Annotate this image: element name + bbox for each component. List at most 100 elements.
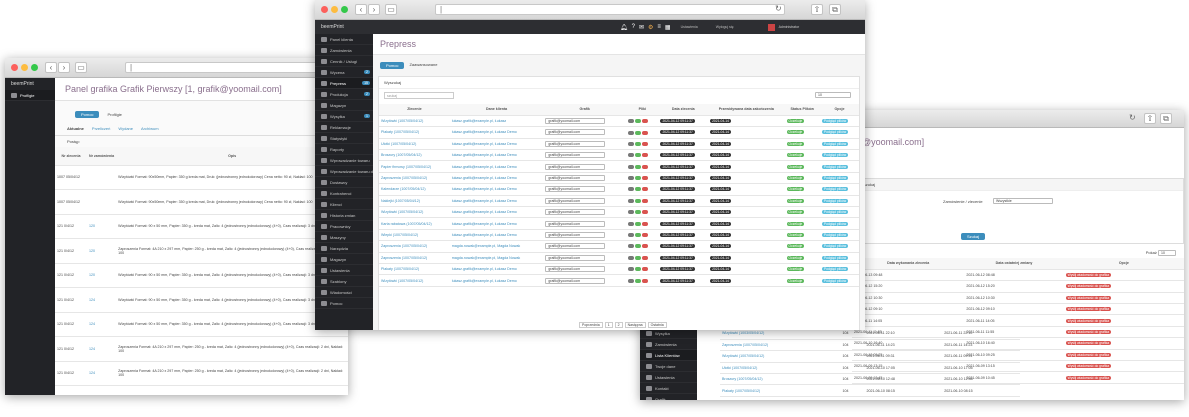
sidebar-item[interactable]: Twoje dane	[640, 361, 697, 372]
search-input[interactable]: szukaj	[384, 92, 454, 99]
file-status-icon[interactable]	[642, 221, 649, 226]
file-status-icon[interactable]	[628, 221, 635, 226]
sidebar-item[interactable]: Wiadomości	[315, 287, 373, 298]
order-id-link[interactable]: 120	[87, 263, 117, 288]
file-status-icon[interactable]	[628, 153, 635, 158]
order-id-link[interactable]: 120	[87, 238, 117, 264]
order-id-link[interactable]: 124	[87, 336, 117, 362]
client-link[interactable]: lukasz.grafik@example.pl, Łukasz Demo	[449, 195, 544, 208]
file-status-icon[interactable]	[642, 244, 649, 249]
table-row[interactable]: Naklejki (1007/05/04/12) lukasz.grafik@ex…	[379, 195, 859, 208]
file-status-icon[interactable]	[628, 210, 635, 215]
sidebar-item[interactable]: Pracownicy	[315, 221, 373, 232]
back-button[interactable]: ‹	[355, 4, 367, 15]
order-link[interactable]: Zaproszenia (1007/05/04/12)	[720, 339, 841, 352]
table-row[interactable]: Wizytówki (1007/05/04/12) lukasz.grafik@e…	[379, 206, 859, 219]
preview-files-button[interactable]: Podgląd plików	[821, 278, 849, 283]
file-status-icon[interactable]	[642, 187, 649, 192]
order-link[interactable]: Zaproszenia (1007/05/04/12)	[379, 252, 450, 264]
table-row[interactable]: Plakaty (1007/05/04/12) lukasz.grafik@exa…	[379, 263, 859, 276]
client-link[interactable]: lukasz.grafik@example.pl, Łukasz Demo	[449, 183, 544, 196]
message-grafik-button[interactable]: Wyślij wiadomość do grafika	[1065, 318, 1112, 323]
table-row[interactable]: Wizytówki (1007/05/04/12) lukasz.grafik@e…	[379, 115, 859, 128]
user-name[interactable]: Administrator	[779, 25, 800, 29]
table-row[interactable]: Wizytówki (1007/05/04/12) lukasz.grafik@e…	[379, 274, 859, 287]
table-row[interactable]: Zaproszenia (1007/05/04/12) lukasz.grafik…	[379, 172, 859, 185]
subtab-progress[interactable]: Postęp	[55, 136, 348, 147]
file-status-icon[interactable]	[628, 141, 635, 146]
preview-files-button[interactable]: Podgląd plików	[821, 130, 849, 135]
logout-link[interactable]: Wyloguj się	[716, 25, 734, 29]
file-status-icon[interactable]	[642, 164, 649, 169]
file-status-icon[interactable]	[642, 130, 649, 135]
per-page-select[interactable]: 10	[815, 92, 851, 98]
order-id-link[interactable]: 120	[87, 214, 117, 239]
order-link[interactable]: Kalendarze (1007/05/04/12)	[379, 183, 450, 196]
minimize-dot[interactable]	[331, 6, 338, 13]
table-row[interactable]: Zaproszenia (1007/05/04/12) 104 2021-06-11…	[720, 339, 1020, 352]
file-status-icon[interactable]	[635, 255, 642, 260]
sidebar-item[interactable]: Narzędzia	[315, 243, 373, 254]
page-button[interactable]: 2	[614, 322, 623, 328]
client-link[interactable]: lukasz.grafik@example.pl, Łukasz Demo	[449, 149, 544, 162]
message-grafik-button[interactable]: Wyślij wiadomość do grafika	[1065, 284, 1112, 289]
order-link[interactable]: Wizytówki (1007/05/04/12)	[379, 115, 450, 128]
client-link[interactable]: lukasz.grafik@example.pl, Łukasz Demo	[449, 206, 544, 219]
tab-calculated[interactable]: Przeliczeń	[92, 126, 110, 131]
reload-icon[interactable]: ↻	[775, 4, 782, 13]
file-status-icon[interactable]	[628, 233, 635, 238]
table-row[interactable]: 121 0/4/12124Wizytówki Format: 90 x 50 m…	[55, 312, 348, 337]
file-status-icon[interactable]	[635, 119, 642, 124]
grafik-select[interactable]: grafik@yoomail.com	[545, 266, 606, 273]
tabs-icon[interactable]: ⧉	[829, 4, 841, 15]
preview-files-button[interactable]: Podgląd plików	[821, 244, 849, 249]
message-grafik-button[interactable]: Wyślij wiadomość do grafika	[1065, 307, 1112, 312]
table-row[interactable]: Kalendarze (1007/05/04/12) lukasz.grafik@…	[379, 183, 859, 196]
tab-archive[interactable]: Archiwum	[141, 126, 159, 131]
table-row[interactable]: Karta rabatowa (1007/05/04/12) lukasz.gra…	[379, 217, 859, 230]
order-link[interactable]: Wizytówki (1007/05/04/12)	[379, 274, 450, 287]
maximize-dot[interactable]	[31, 64, 38, 71]
avatar[interactable]	[767, 23, 775, 31]
order-link[interactable]: Broszury (1007/05/04/12)	[720, 373, 841, 386]
sidebar-item-profile[interactable]: Profilgie	[5, 90, 55, 101]
table-row[interactable]: 121 0/4/12 120 Zaproszenia Format: 4A 210 …	[55, 238, 348, 264]
share-icon[interactable]: ⇧	[811, 4, 823, 15]
file-status-icon[interactable]	[628, 278, 635, 283]
file-status-icon[interactable]	[635, 198, 642, 203]
sidebar-item[interactable]: Kontakt	[640, 383, 697, 394]
profile-button[interactable]: Profilgie	[105, 111, 123, 118]
table-row[interactable]: 121 0/4/12 120 Wizytówki Format: 90 x 50 m…	[55, 263, 348, 288]
file-status-icon[interactable]	[628, 255, 635, 260]
sidebar-item[interactable]: Wysyłka 1	[315, 111, 373, 122]
list-icon[interactable]: ≡	[657, 24, 661, 30]
preview-files-button[interactable]: Podgląd plików	[821, 232, 849, 237]
message-grafik-button[interactable]: Wyślij wiadomość do grafika	[1065, 295, 1112, 300]
file-status-icon[interactable]	[635, 164, 642, 169]
help-icon[interactable]: ?	[632, 24, 635, 30]
table-row[interactable]: 121 0/4/12124Wizytówki Format: 90 x 50 m…	[55, 385, 348, 395]
table-row[interactable]: Ulotki (1007/05/04/12) 104 2021-06-10 17:0…	[720, 362, 1020, 375]
sidebar-item[interactable]: Statystyki	[315, 133, 373, 144]
grafik-select[interactable]: grafik@yoomail.com	[545, 129, 606, 136]
sidebar-item[interactable]: Produkcja 2	[315, 89, 373, 100]
tab-current[interactable]: Aktualne	[67, 126, 84, 131]
table-row[interactable]: 2021-06-13 09:48 2021-06-12 08:48 Wyślij w…	[852, 269, 1184, 282]
table-row[interactable]: Plakaty (1007/05/04/12) 104 2021-06-10 08:…	[720, 384, 1020, 397]
grafik-select[interactable]: grafik@yoomail.com	[545, 197, 606, 204]
client-link[interactable]: lukasz.grafik@example.pl, Łukasz Demo	[449, 274, 544, 287]
order-type-select[interactable]: Wszystkie	[993, 198, 1053, 204]
preview-files-button[interactable]: Podgląd plików	[821, 267, 849, 272]
order-id-link[interactable]	[87, 165, 117, 190]
sidebar-item[interactable]: Wprowadzanie towaru do bazy dostawców	[315, 166, 373, 177]
table-row[interactable]: Wizytówki (1007/05/04/12) 104 2021-06-11 0…	[720, 350, 1020, 363]
order-id-link[interactable]	[87, 189, 117, 215]
message-grafik-button[interactable]: Wyślij wiadomość do grafika	[1065, 375, 1112, 380]
grafik-select[interactable]: grafik@yoomail.com	[545, 152, 606, 159]
sidebar-item[interactable]: Ustawienia	[640, 372, 697, 383]
order-id-link[interactable]: 124	[87, 361, 117, 386]
preview-files-button[interactable]: Podgląd plików	[821, 153, 849, 158]
message-grafik-button[interactable]: Wyślij wiadomość do grafika	[1065, 364, 1112, 369]
sidebar-item[interactable]: Lista Klientów	[640, 350, 697, 361]
grafik-select[interactable]: grafik@yoomail.com	[545, 140, 606, 147]
